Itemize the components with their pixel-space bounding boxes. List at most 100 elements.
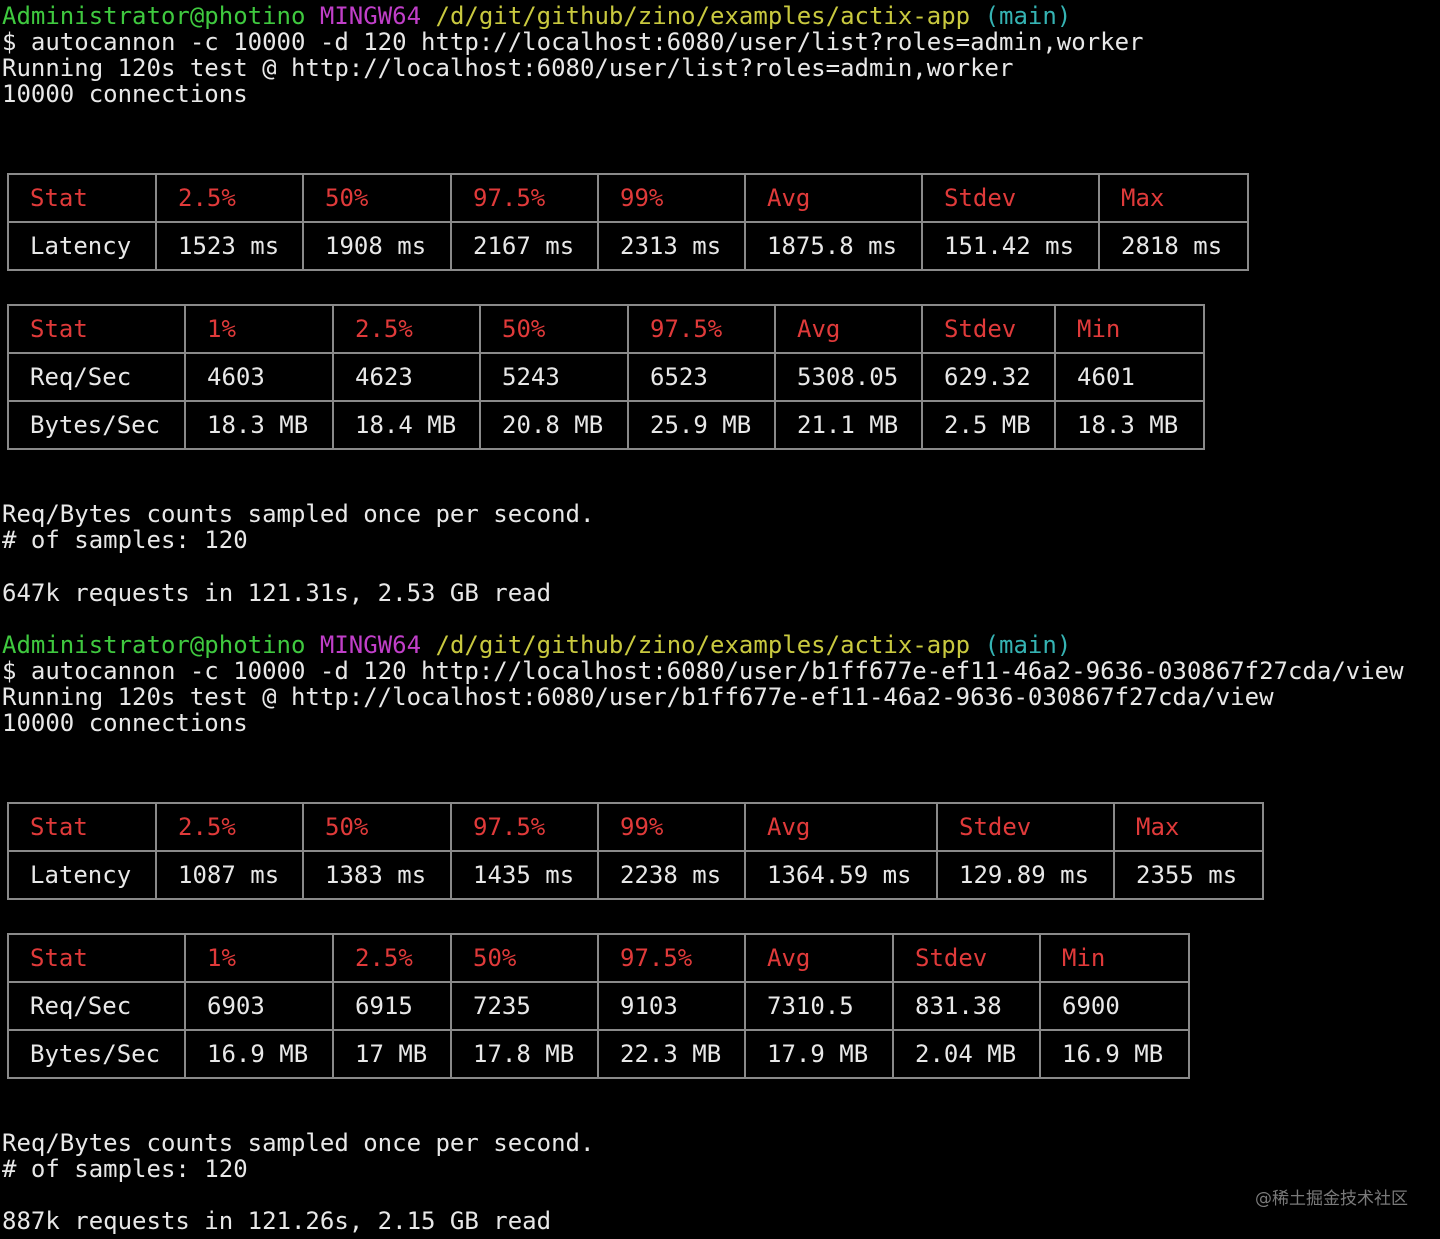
header-cell: 2.5% (155, 802, 304, 852)
sampled-note-2: Req/Bytes counts sampled once per second… (2, 1129, 595, 1157)
bytes-sec-row: Bytes/Sec 18.3 MB 18.4 MB 20.8 MB 25.9 M… (7, 400, 1205, 450)
table-cell: 1435 ms (450, 850, 599, 900)
table-cell: 7235 (450, 981, 599, 1031)
throughput-table-1: Stat 1% 2.5% 50% 97.5% Avg Stdev Min Req… (7, 304, 1205, 450)
table-cell: 9103 (597, 981, 746, 1031)
table-cell: 629.32 (921, 352, 1056, 402)
latency-table-2: Stat 2.5% 50% 97.5% 99% Avg Stdev Max La… (7, 802, 1264, 900)
header-cell: 97.5% (627, 304, 776, 354)
header-cell: Stat (7, 802, 157, 852)
command-line-2: $ autocannon -c 10000 -d 120 http://loca… (2, 657, 1404, 685)
header-cell: 50% (479, 304, 629, 354)
prompt-branch: (main) (984, 2, 1072, 30)
table-cell: 4623 (332, 352, 481, 402)
header-cell: 97.5% (450, 173, 599, 223)
table-cell: 1087 ms (155, 850, 304, 900)
table-cell: 5308.05 (774, 352, 923, 402)
prompt-system: MINGW64 (319, 2, 422, 30)
table-cell: 7310.5 (744, 981, 894, 1031)
connections-line-1: 10000 connections (2, 80, 248, 108)
sampled-note-1: Req/Bytes counts sampled once per second… (2, 500, 595, 528)
table-cell: 831.38 (892, 981, 1041, 1031)
table-cell: 17.8 MB (450, 1029, 599, 1079)
table-cell: 4601 (1054, 352, 1205, 402)
table-cell: 18.4 MB (332, 400, 481, 450)
header-cell: Avg (774, 304, 923, 354)
prompt-user-host: Administrator@photino (2, 631, 306, 659)
table-cell: Req/Sec (7, 981, 186, 1031)
running-line-2: Running 120s test @ http://localhost:608… (2, 683, 1274, 711)
table-cell: 2.5 MB (921, 400, 1056, 450)
prompt-system: MINGW64 (319, 631, 422, 659)
latency-row: Latency 1087 ms 1383 ms 1435 ms 2238 ms … (7, 850, 1264, 900)
samples-line-1: # of samples: 120 (2, 526, 248, 554)
table-cell: 129.89 ms (936, 850, 1115, 900)
header-cell: Avg (744, 802, 938, 852)
header-cell: 50% (302, 173, 452, 223)
table-cell: 1523 ms (155, 221, 304, 271)
header-cell: Stdev (921, 173, 1100, 223)
header-cell: Stat (7, 304, 186, 354)
latency-table-1: Stat 2.5% 50% 97.5% 99% Avg Stdev Max La… (7, 173, 1249, 271)
table-cell: 17 MB (332, 1029, 452, 1079)
table-cell: Latency (7, 850, 157, 900)
table-cell: 6915 (332, 981, 452, 1031)
watermark: @稀土掘金技术社区 (1255, 1189, 1408, 1209)
table-cell: 6523 (627, 352, 776, 402)
table-cell: 16.9 MB (1039, 1029, 1190, 1079)
header-cell: 50% (302, 802, 452, 852)
table-cell: 2.04 MB (892, 1029, 1041, 1079)
summary-line-1: 647k requests in 121.31s, 2.53 GB read (2, 579, 552, 607)
table-cell: 4603 (184, 352, 334, 402)
shell-prompt-2: Administrator@photino MINGW64 /d/git/git… (2, 632, 1071, 658)
latency-header-row: Stat 2.5% 50% 97.5% 99% Avg Stdev Max (7, 802, 1264, 852)
table-cell: 2313 ms (597, 221, 746, 271)
header-cell: 99% (597, 802, 746, 852)
prompt-user-host: Administrator@photino (2, 2, 306, 30)
throughput-header-row: Stat 1% 2.5% 50% 97.5% Avg Stdev Min (7, 933, 1190, 983)
table-cell: 17.9 MB (744, 1029, 894, 1079)
header-cell: Avg (744, 933, 894, 983)
table-cell: 2355 ms (1113, 850, 1264, 900)
header-cell: Max (1098, 173, 1249, 223)
throughput-table-2: Stat 1% 2.5% 50% 97.5% Avg Stdev Min Req… (7, 933, 1190, 1079)
table-cell: 151.42 ms (921, 221, 1100, 271)
table-cell: 25.9 MB (627, 400, 776, 450)
header-cell: Min (1054, 304, 1205, 354)
samples-line-2: # of samples: 120 (2, 1155, 248, 1183)
header-cell: 1% (184, 933, 334, 983)
table-cell: 1875.8 ms (744, 221, 923, 271)
header-cell: Min (1039, 933, 1190, 983)
table-cell: 2238 ms (597, 850, 746, 900)
header-cell: Avg (744, 173, 923, 223)
table-cell: 1908 ms (302, 221, 452, 271)
header-cell: 1% (184, 304, 334, 354)
prompt-branch: (main) (984, 631, 1072, 659)
header-cell: Stat (7, 933, 186, 983)
prompt-path: /d/git/github/zino/examples/actix-app (435, 2, 971, 30)
header-cell: 2.5% (332, 304, 481, 354)
table-cell: 1364.59 ms (744, 850, 938, 900)
header-cell: 99% (597, 173, 746, 223)
table-cell: 22.3 MB (597, 1029, 746, 1079)
req-sec-row: Req/Sec 6903 6915 7235 9103 7310.5 831.3… (7, 981, 1190, 1031)
latency-row: Latency 1523 ms 1908 ms 2167 ms 2313 ms … (7, 221, 1249, 271)
header-cell: Stdev (892, 933, 1041, 983)
running-line-1: Running 120s test @ http://localhost:608… (2, 54, 1014, 82)
req-sec-row: Req/Sec 4603 4623 5243 6523 5308.05 629.… (7, 352, 1205, 402)
header-cell: 97.5% (450, 802, 599, 852)
table-cell: 16.9 MB (184, 1029, 334, 1079)
table-cell: 20.8 MB (479, 400, 629, 450)
header-cell: Max (1113, 802, 1264, 852)
header-cell: Stat (7, 173, 157, 223)
command-line-1: $ autocannon -c 10000 -d 120 http://loca… (2, 28, 1144, 56)
throughput-header-row: Stat 1% 2.5% 50% 97.5% Avg Stdev Min (7, 304, 1205, 354)
table-cell: Bytes/Sec (7, 1029, 186, 1079)
header-cell: 2.5% (332, 933, 452, 983)
table-cell: Req/Sec (7, 352, 186, 402)
table-cell: 5243 (479, 352, 629, 402)
table-cell: 1383 ms (302, 850, 452, 900)
table-cell: Bytes/Sec (7, 400, 186, 450)
summary-line-2: 887k requests in 121.26s, 2.15 GB read (2, 1207, 552, 1235)
table-cell: 2818 ms (1098, 221, 1249, 271)
